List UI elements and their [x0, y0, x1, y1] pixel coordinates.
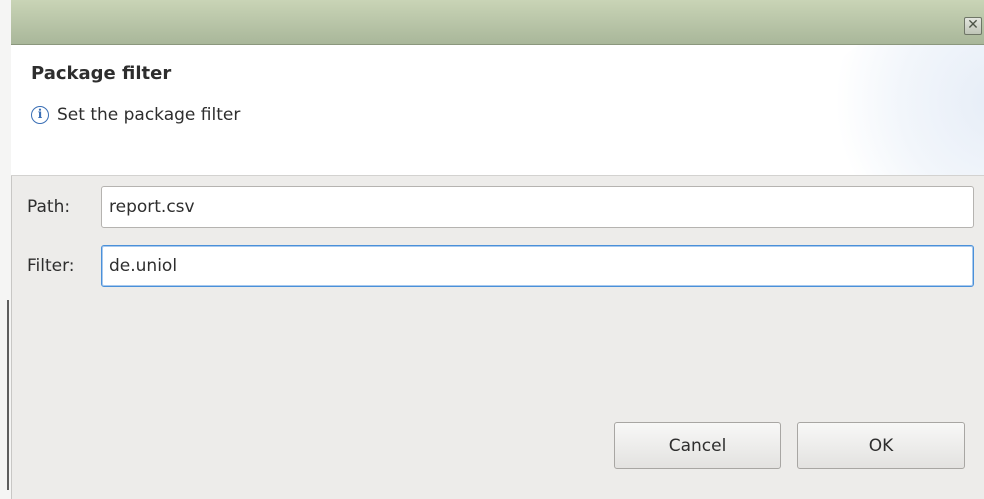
path-label: Path: [27, 197, 71, 217]
info-icon: i [31, 106, 49, 124]
dialog-message-text: Set the package filter [57, 105, 241, 125]
close-icon[interactable]: ✕ [964, 17, 982, 35]
header-decoration [814, 45, 984, 175]
dialog-message: i Set the package filter [31, 105, 240, 125]
path-input[interactable] [101, 186, 974, 228]
dialog-title: Package filter [31, 63, 172, 84]
titlebar[interactable]: ✕ [11, 0, 984, 45]
cancel-button[interactable]: Cancel [614, 422, 781, 469]
package-filter-dialog: ✕ Package filter i Set the package filte… [0, 0, 984, 499]
filter-input[interactable] [101, 245, 974, 287]
ok-button[interactable]: OK [797, 422, 965, 469]
dialog-header: Package filter i Set the package filter [11, 45, 984, 176]
resize-sash[interactable] [7, 300, 9, 490]
filter-label: Filter: [27, 256, 75, 276]
